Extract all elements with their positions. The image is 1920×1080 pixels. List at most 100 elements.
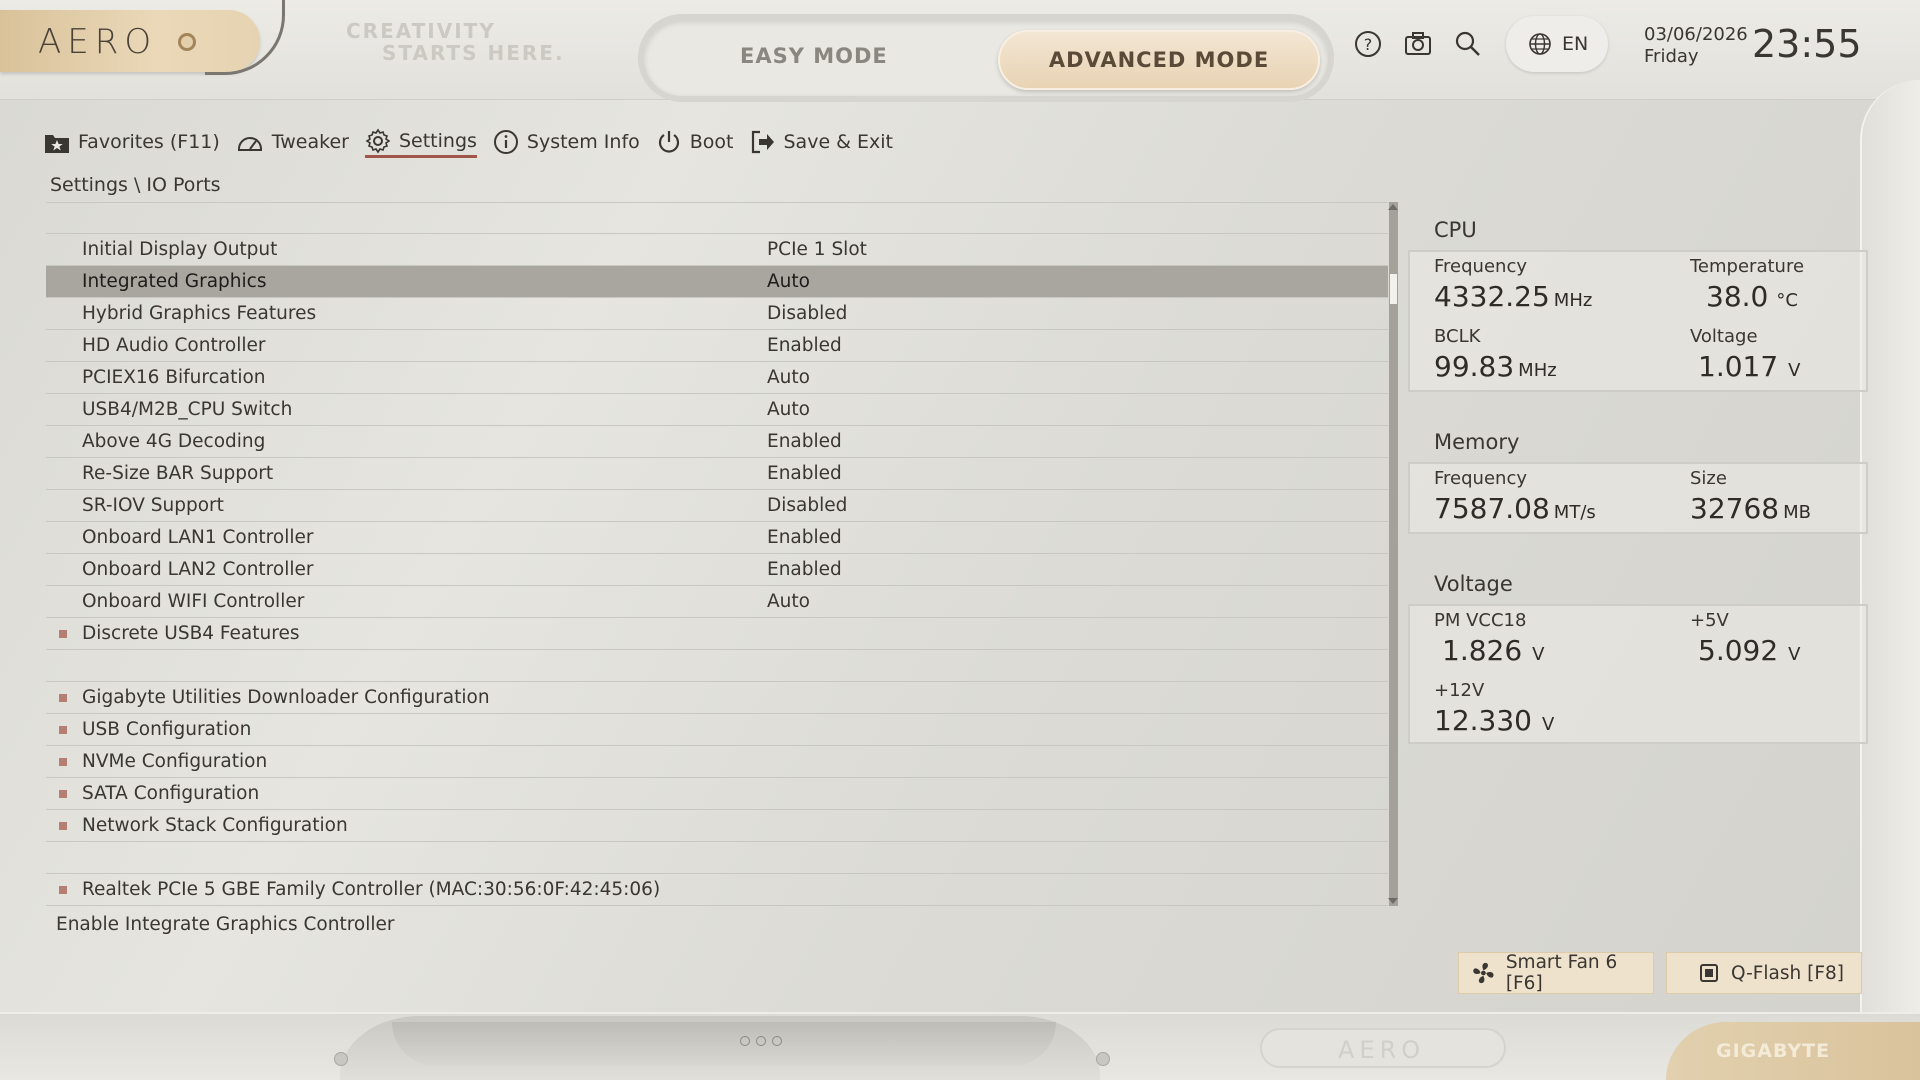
smart-fan-label: Smart Fan 6 [F6] [1505, 952, 1618, 994]
date: 03/06/2026 [1644, 24, 1748, 45]
help-icon[interactable]: ? [1352, 28, 1384, 60]
memory-size-label: Size [1690, 468, 1727, 489]
settings-row[interactable]: Discrete USB4 Features [46, 618, 1388, 650]
tab-settings[interactable]: Settings [364, 126, 477, 158]
tagline-line2: STARTS HERE. [382, 41, 565, 65]
submenu-bullet-icon [59, 790, 67, 798]
advanced-mode-button[interactable]: ADVANCED MODE [998, 30, 1320, 90]
v5-label: +5V [1690, 610, 1729, 631]
settings-row[interactable]: SATA Configuration [46, 778, 1388, 810]
gauge-icon [237, 137, 262, 151]
memory-size-unit: MB [1783, 502, 1811, 523]
setting-value[interactable]: Enabled [767, 335, 842, 356]
setting-value[interactable]: Enabled [767, 463, 842, 484]
more-dots-icon[interactable] [740, 1036, 788, 1046]
v12-unit: V [1541, 714, 1555, 735]
setting-value[interactable]: Auto [767, 399, 810, 420]
setting-value[interactable]: Enabled [767, 559, 842, 580]
settings-row[interactable]: Above 4G Decoding Enabled [46, 426, 1388, 458]
settings-row[interactable]: Initial Display Output PCIe 1 Slot [46, 234, 1388, 266]
memory-frequency-unit: MT/s [1553, 502, 1596, 523]
memory-size: 32768 [1690, 492, 1780, 525]
search-icon[interactable] [1452, 28, 1484, 60]
tab-system-info-label: System Info [526, 131, 640, 153]
memory-panel: Frequency 7587.08 MT/s Size 32768 MB [1408, 462, 1868, 534]
tab-system-info[interactable]: System Info [493, 126, 640, 158]
scrollbar[interactable] [1389, 202, 1398, 906]
exit-icon [751, 130, 774, 154]
cpu-temperature: 38.0 [1706, 280, 1769, 313]
scroll-down-arrow-icon[interactable] [1388, 898, 1398, 904]
setting-value[interactable]: Enabled [767, 431, 842, 452]
voltage-panel: PM VCC18 1.826 V +5V 5.092 V +12V 12.330 V [1408, 604, 1868, 744]
aero-footer-pill: AERO [1260, 1028, 1506, 1068]
settings-row[interactable]: NVMe Configuration [46, 746, 1388, 778]
settings-row[interactable]: Re-Size BAR Support Enabled [46, 458, 1388, 490]
cpu-temperature-unit: °C [1776, 290, 1798, 311]
memory-size-value: 32768 MB [1690, 492, 1811, 525]
bclk-value: 99.83 MHz [1434, 350, 1557, 383]
bclk: 99.83 [1434, 350, 1515, 383]
setting-value[interactable]: Auto [767, 591, 810, 612]
weekday: Friday [1644, 46, 1699, 67]
info-icon [493, 130, 518, 154]
power-icon [658, 131, 679, 153]
settings-row[interactable]: Gigabyte Utilities Downloader Configurat… [46, 682, 1388, 714]
setting-value[interactable]: Enabled [767, 527, 842, 548]
settings-row[interactable]: Integrated Graphics Auto [46, 266, 1388, 298]
setting-label: SR-IOV Support [82, 495, 224, 516]
cpu-temperature-label: Temperature [1690, 256, 1805, 277]
cpu-frequency-label: Frequency [1434, 256, 1527, 277]
setting-value[interactable]: Disabled [767, 495, 847, 516]
scrollbar-thumb[interactable] [1390, 274, 1397, 304]
setting-label: Re-Size BAR Support [82, 463, 274, 484]
submenu-bullet-icon [59, 886, 67, 894]
settings-row[interactable]: Realtek PCIe 5 GBE Family Controller (MA… [46, 874, 1388, 906]
settings-row[interactable]: HD Audio Controller Enabled [46, 330, 1388, 362]
gigabyte-logo: GIGABYTE [1716, 1040, 1831, 1062]
qflash-button[interactable]: Q-Flash [F8] [1666, 952, 1862, 994]
logo-dot-icon [178, 33, 196, 51]
cpu-frequency-unit: MHz [1553, 290, 1593, 311]
help-description: Enable Integrate Graphics Controller [56, 914, 395, 935]
setting-value[interactable]: Disabled [767, 303, 847, 324]
settings-row[interactable]: Onboard LAN1 Controller Enabled [46, 522, 1388, 554]
setting-label: Realtek PCIe 5 GBE Family Controller (MA… [82, 879, 661, 900]
tab-save-exit[interactable]: Save & Exit [750, 126, 893, 158]
language-selector[interactable]: EN [1506, 16, 1608, 72]
setting-label: Hybrid Graphics Features [82, 303, 317, 324]
aero-logo: AERO [38, 22, 158, 62]
svg-text:?: ? [1364, 35, 1373, 54]
v12: 12.330 [1434, 704, 1532, 737]
chip-icon [1700, 964, 1718, 982]
settings-row[interactable]: SR-IOV Support Disabled [46, 490, 1388, 522]
setting-label: Onboard LAN1 Controller [82, 527, 314, 548]
setting-value[interactable]: PCIe 1 Slot [767, 239, 867, 260]
screenshot-icon[interactable] [1402, 28, 1434, 60]
settings-row[interactable]: USB Configuration [46, 714, 1388, 746]
smart-fan-button[interactable]: Smart Fan 6 [F6] [1458, 952, 1654, 994]
setting-label: HD Audio Controller [82, 335, 266, 356]
aero-footer-logo: AERO [1338, 1036, 1426, 1064]
setting-value[interactable]: Auto [767, 271, 810, 292]
settings-row[interactable]: Onboard LAN2 Controller Enabled [46, 554, 1388, 586]
setting-label: Onboard LAN2 Controller [82, 559, 314, 580]
settings-row[interactable]: Onboard WIFI Controller Auto [46, 586, 1388, 618]
cpu-temperature-value: 38.0 °C [1706, 280, 1798, 313]
globe-icon [1529, 33, 1551, 55]
settings-row[interactable]: PCIEX16 Bifurcation Auto [46, 362, 1388, 394]
setting-label: Network Stack Configuration [82, 815, 348, 836]
scroll-up-arrow-icon[interactable] [1388, 204, 1398, 210]
settings-row[interactable]: Network Stack Configuration [46, 810, 1388, 842]
settings-row[interactable]: USB4/M2B_CPU Switch Auto [46, 394, 1388, 426]
star-folder-icon [45, 135, 69, 153]
easy-mode-button[interactable]: EASY MODE [740, 44, 888, 68]
cpu-panel-title: CPU [1434, 218, 1477, 242]
setting-label: PCIEX16 Bifurcation [82, 367, 266, 388]
tab-favorites[interactable]: Favorites (F11) [44, 126, 220, 158]
date-display: 03/06/2026 Friday [1644, 24, 1748, 68]
settings-row[interactable]: Hybrid Graphics Features Disabled [46, 298, 1388, 330]
tab-tweaker[interactable]: Tweaker [236, 126, 349, 158]
tab-boot[interactable]: Boot [656, 126, 734, 158]
setting-value[interactable]: Auto [767, 367, 810, 388]
